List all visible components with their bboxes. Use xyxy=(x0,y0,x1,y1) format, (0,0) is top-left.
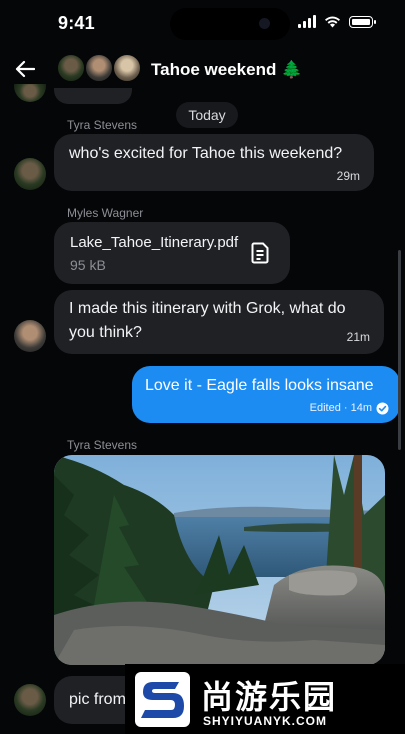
date-separator: Today xyxy=(176,102,238,128)
watermark-logo-icon xyxy=(135,672,190,727)
status-time: 9:41 xyxy=(58,13,95,33)
message-bubble[interactable]: I made this itinerary with Grok, what do… xyxy=(54,290,384,354)
message-text: Love it - Eagle falls looks insane xyxy=(145,377,374,394)
wifi-icon xyxy=(325,16,340,28)
battery-icon xyxy=(349,15,376,28)
sender-avatar[interactable] xyxy=(14,84,46,102)
chat-header: Tahoe weekend 🌲 xyxy=(0,50,405,90)
group-avatar-1[interactable] xyxy=(56,53,86,83)
message-text: I made this itinerary with Grok, what do… xyxy=(69,300,346,341)
watermark-url: SHYIYUANYK.COM xyxy=(203,714,328,728)
previous-message-bubble[interactable] xyxy=(54,88,132,104)
arrow-left-icon xyxy=(15,60,35,78)
message-status: Edited · 14m xyxy=(309,402,372,414)
status-icons xyxy=(298,15,376,28)
check-circle-icon xyxy=(376,402,389,415)
chat-title[interactable]: Tahoe weekend 🌲 xyxy=(151,60,302,80)
watermark-banner: 尚游乐园 SHYIYUANYK.COM xyxy=(125,664,405,734)
message-text: pic from xyxy=(69,691,126,708)
file-attachment[interactable]: Lake_Tahoe_Itinerary.pdf 95 kB xyxy=(54,222,290,284)
sender-name: Tyra Stevens xyxy=(67,438,138,452)
photo-attachment[interactable] xyxy=(54,455,385,665)
group-avatar-2[interactable] xyxy=(84,53,114,83)
sender-avatar[interactable] xyxy=(14,320,46,352)
sender-name: Tyra Stevens xyxy=(67,118,138,132)
cellular-signal-icon xyxy=(298,15,316,28)
status-bar: 9:41 xyxy=(0,0,405,50)
outgoing-message-bubble[interactable]: Love it - Eagle falls looks insane Edite… xyxy=(132,366,400,423)
dynamic-island xyxy=(170,8,290,40)
message-time: 21m xyxy=(346,330,370,344)
scrollbar[interactable] xyxy=(398,250,401,450)
back-button[interactable] xyxy=(12,56,38,82)
sender-name: Myles Wagner xyxy=(67,206,144,220)
message-time: 29m xyxy=(336,169,360,183)
message-bubble[interactable]: who's excited for Tahoe this weekend? 29… xyxy=(54,134,374,191)
sender-avatar[interactable] xyxy=(14,158,46,190)
message-text: who's excited for Tahoe this weekend? xyxy=(69,145,343,162)
group-avatar-3[interactable] xyxy=(112,53,142,83)
app-frame: 9:41 Tahoe weekend 🌲 Today Tyra Stevens … xyxy=(0,0,405,734)
watermark-text: 尚游乐园 xyxy=(201,678,338,716)
sender-avatar[interactable] xyxy=(14,684,46,716)
file-size: 95 kB xyxy=(70,257,106,273)
lake-photo-image xyxy=(54,455,385,665)
document-icon xyxy=(251,242,269,264)
file-name: Lake_Tahoe_Itinerary.pdf xyxy=(70,234,239,251)
